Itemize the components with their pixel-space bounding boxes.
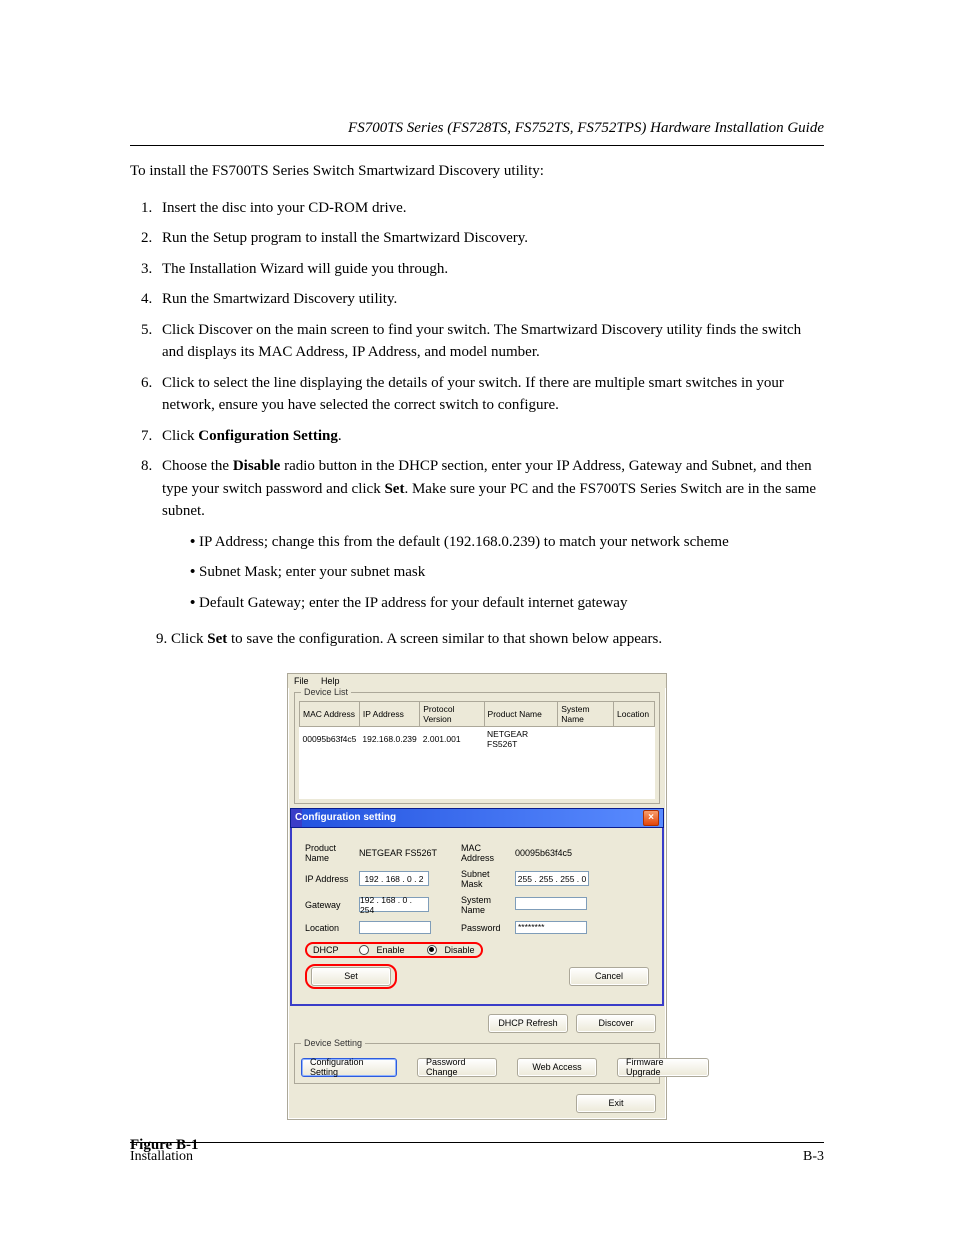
config-titlebar: Configuration setting × bbox=[290, 808, 664, 828]
device-setting-legend: Device Setting bbox=[301, 1038, 365, 1048]
close-icon[interactable]: × bbox=[643, 810, 659, 826]
col-mac[interactable]: MAC Address bbox=[300, 701, 360, 726]
table-row[interactable]: 00095b63f4c5 192.168.0.239 2.001.001 NET… bbox=[300, 726, 655, 751]
lbl-location: Location bbox=[304, 920, 358, 937]
running-head: FS700TS Series (FS728TS, FS752TS, FS752T… bbox=[348, 120, 824, 137]
col-ip[interactable]: IP Address bbox=[359, 701, 419, 726]
device-list-table[interactable]: MAC Address IP Address Protocol Version … bbox=[299, 701, 655, 799]
lbl-prodname: Product Name bbox=[304, 842, 358, 864]
step-9-num: 9. bbox=[156, 631, 167, 647]
lbl-ip: IP Address bbox=[304, 868, 358, 890]
col-proto[interactable]: Protocol Version bbox=[420, 701, 484, 726]
set-button[interactable]: Set bbox=[311, 967, 391, 986]
subpoint-gw: Default Gateway; enter the IP address fo… bbox=[184, 592, 824, 615]
set-highlight: Set bbox=[305, 964, 397, 989]
col-sys[interactable]: System Name bbox=[558, 701, 614, 726]
lbl-mac: MAC Address bbox=[460, 842, 514, 864]
step-8: Choose the Disable radio button in the D… bbox=[156, 455, 824, 614]
menu-help[interactable]: Help bbox=[321, 676, 340, 686]
app-window: File Help Device List MAC Address IP Add… bbox=[287, 673, 667, 1120]
password-input[interactable]: ******** bbox=[515, 921, 587, 934]
lbl-sysname: System Name bbox=[460, 894, 514, 916]
config-panel: Product Name NETGEAR FS526T MAC Address … bbox=[290, 828, 664, 1006]
sysname-input[interactable] bbox=[515, 897, 587, 910]
location-input[interactable] bbox=[359, 921, 431, 934]
dhcp-highlight: DHCP Enable Disable bbox=[305, 942, 483, 958]
step-6: Click to select the line displaying the … bbox=[156, 372, 824, 417]
step-4: Run the Smartwizard Discovery utility. bbox=[156, 288, 824, 311]
subpoint-mask: Subnet Mask; enter your subnet mask bbox=[184, 561, 824, 584]
gateway-input[interactable]: 192 . 168 . 0 . 254 bbox=[359, 897, 429, 912]
lbl-dhcp: DHCP bbox=[313, 945, 339, 955]
intro-text: To install the FS700TS Series Switch Sma… bbox=[130, 160, 824, 183]
menubar: File Help bbox=[288, 674, 666, 688]
footer-left: Installation bbox=[130, 1149, 193, 1165]
ip-input[interactable]: 192 . 168 . 0 . 2 bbox=[359, 871, 429, 886]
step-1: Insert the disc into your CD-ROM drive. bbox=[156, 197, 824, 220]
exit-button[interactable]: Exit bbox=[576, 1094, 656, 1113]
device-list-group: Device List MAC Address IP Address Proto… bbox=[294, 692, 660, 804]
discover-button[interactable]: Discover bbox=[576, 1014, 656, 1033]
val-prodname: NETGEAR FS526T bbox=[358, 842, 460, 864]
val-mac: 00095b63f4c5 bbox=[514, 842, 650, 864]
radio-disable[interactable] bbox=[427, 945, 437, 955]
subnet-input[interactable]: 255 . 255 . 255 . 0 bbox=[515, 871, 589, 886]
col-loc[interactable]: Location bbox=[614, 701, 655, 726]
step-3: The Installation Wizard will guide you t… bbox=[156, 258, 824, 281]
lbl-subnet: Subnet Mask bbox=[460, 868, 514, 890]
menu-file[interactable]: File bbox=[294, 676, 309, 686]
device-list-legend: Device List bbox=[301, 687, 351, 697]
config-setting-button[interactable]: Configuration Setting bbox=[301, 1058, 397, 1077]
password-change-button[interactable]: Password Change bbox=[417, 1058, 497, 1077]
subpoint-ip: IP Address; change this from the default… bbox=[184, 531, 824, 554]
col-prod[interactable]: Product Name bbox=[484, 701, 558, 726]
step-5: Click Discover on the main screen to fin… bbox=[156, 319, 824, 364]
step-2: Run the Setup program to install the Sma… bbox=[156, 227, 824, 250]
lbl-gw: Gateway bbox=[304, 894, 358, 916]
lbl-password: Password bbox=[460, 920, 514, 937]
footer-right: B-3 bbox=[803, 1149, 824, 1165]
device-setting-group: Device Setting Configuration Setting Pas… bbox=[294, 1043, 660, 1084]
dhcp-refresh-button[interactable]: DHCP Refresh bbox=[488, 1014, 568, 1033]
step-7: Click Configuration Setting. bbox=[156, 425, 824, 448]
web-access-button[interactable]: Web Access bbox=[517, 1058, 597, 1077]
cancel-button[interactable]: Cancel bbox=[569, 967, 649, 986]
radio-enable[interactable] bbox=[359, 945, 369, 955]
firmware-upgrade-button[interactable]: Firmware Upgrade bbox=[617, 1058, 709, 1077]
